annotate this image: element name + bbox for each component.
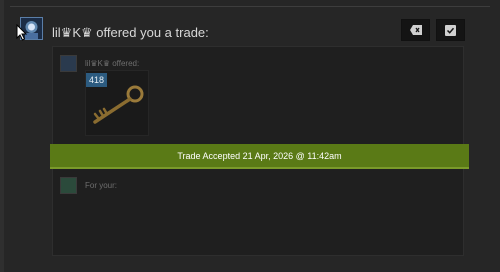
offerer-avatar bbox=[60, 55, 77, 72]
backspace-icon bbox=[409, 25, 422, 35]
key-icon bbox=[93, 85, 144, 124]
offered-label: lil♛K♛ offered: bbox=[85, 59, 140, 68]
recipient-avatar bbox=[60, 177, 77, 194]
left-edge bbox=[0, 0, 4, 272]
accept-button[interactable] bbox=[436, 19, 465, 41]
trade-offer-title: lil♛K♛ offered you a trade: bbox=[52, 25, 209, 40]
decline-button[interactable] bbox=[401, 19, 430, 41]
mouse-cursor-icon bbox=[16, 24, 28, 41]
for-your-label: For your: bbox=[85, 181, 118, 190]
checkbox-icon bbox=[445, 24, 456, 36]
trade-status-banner: Trade Accepted 21 Apr, 2026 @ 11:42am bbox=[50, 144, 469, 169]
top-divider bbox=[10, 6, 490, 7]
